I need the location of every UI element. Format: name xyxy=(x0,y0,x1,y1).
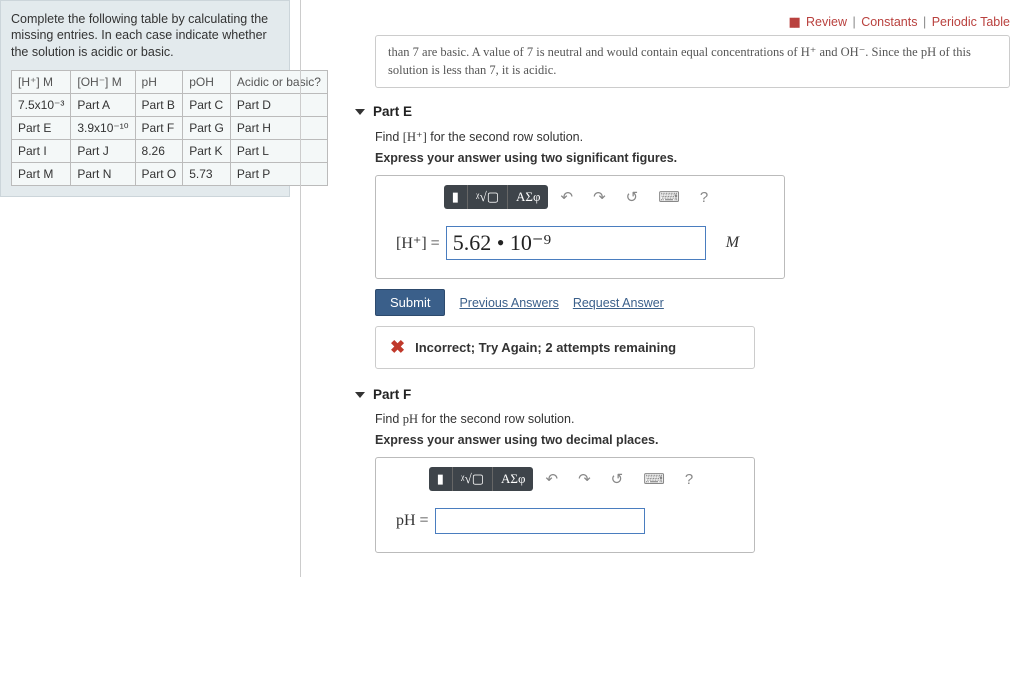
col-oh: [OH⁻] M xyxy=(71,70,135,93)
part-f-prompt: Find pH for the second row solution. xyxy=(375,412,1010,427)
part-f-title: Part F xyxy=(373,387,411,402)
undo-icon[interactable]: ↶ xyxy=(537,466,566,492)
part-e-header[interactable]: Part E xyxy=(355,104,1010,119)
previous-answers-link[interactable]: Previous Answers xyxy=(459,296,558,310)
col-h: [H⁺] M xyxy=(12,70,71,93)
reset-icon[interactable]: ↺ xyxy=(603,466,632,492)
answer-label-e: [H⁺] = xyxy=(396,233,440,253)
part-e-prompt: Find [H⁺] for the second row solution. xyxy=(375,129,1010,145)
part-f-instruction: Express your answer using two decimal pl… xyxy=(375,433,1010,447)
keyboard-icon[interactable]: ⌨ xyxy=(650,184,688,210)
sqrt-icon[interactable]: ᵡ√▢ xyxy=(453,467,493,491)
sqrt-icon[interactable]: ᵡ√▢ xyxy=(468,185,508,209)
part-e-title: Part E xyxy=(373,104,412,119)
periodic-link[interactable]: Periodic Table xyxy=(932,15,1010,29)
submit-button-e[interactable]: Submit xyxy=(375,289,445,316)
templates-icon[interactable]: ▮ xyxy=(429,467,453,491)
reset-icon[interactable]: ↺ xyxy=(618,184,647,210)
feedback-box: ✖ Incorrect; Try Again; 2 attempts remai… xyxy=(375,326,755,369)
answer-input-f[interactable] xyxy=(435,508,645,534)
table-row: Part IPart J8.26Part KPart L xyxy=(12,139,328,162)
answer-widget-e: ▮ ᵡ√▢ ΑΣφ ↶ ↷ ↺ ⌨ ? [H⁺] = M xyxy=(375,175,785,279)
part-f-header[interactable]: Part F xyxy=(355,387,1010,402)
feedback-text: Incorrect; Try Again; 2 attempts remaini… xyxy=(415,340,676,355)
col-ph: pH xyxy=(135,70,183,93)
answer-input-e[interactable] xyxy=(446,226,706,260)
redo-icon[interactable]: ↷ xyxy=(570,466,599,492)
hint-box: than 7 are basic. A value of 7 is neutra… xyxy=(375,35,1010,88)
templates-icon[interactable]: ▮ xyxy=(444,185,468,209)
table-row: Part E3.9x10⁻¹⁰Part FPart GPart H xyxy=(12,116,328,139)
greek-icon[interactable]: ΑΣφ xyxy=(508,185,548,209)
unit-e: M xyxy=(726,234,739,252)
col-poh: pOH xyxy=(183,70,231,93)
part-e-instruction: Express your answer using two significan… xyxy=(375,151,1010,165)
constants-link[interactable]: Constants xyxy=(861,15,917,29)
incorrect-icon: ✖ xyxy=(390,337,405,358)
top-links: ▮▮ Review | Constants | Periodic Table xyxy=(315,0,1010,35)
chevron-down-icon xyxy=(355,392,365,398)
request-answer-link[interactable]: Request Answer xyxy=(573,296,664,310)
table-row: Part MPart NPart O5.73Part P xyxy=(12,162,328,185)
redo-icon[interactable]: ↷ xyxy=(585,184,614,210)
review-link[interactable]: Review xyxy=(806,15,847,29)
help-icon[interactable]: ? xyxy=(677,467,701,492)
answer-label-f: pH = xyxy=(396,512,429,530)
review-icon: ▮▮ xyxy=(789,15,799,29)
data-table: [H⁺] M [OH⁻] M pH pOH Acidic or basic? 7… xyxy=(11,70,328,186)
answer-widget-f: ▮ ᵡ√▢ ΑΣφ ↶ ↷ ↺ ⌨ ? pH = xyxy=(375,457,755,553)
table-row: 7.5x10⁻³Part APart BPart CPart D xyxy=(12,93,328,116)
greek-icon[interactable]: ΑΣφ xyxy=(493,467,533,491)
chevron-down-icon xyxy=(355,109,365,115)
keyboard-icon[interactable]: ⌨ xyxy=(635,466,673,492)
instruction-text: Complete the following table by calculat… xyxy=(11,11,279,60)
help-icon[interactable]: ? xyxy=(692,185,716,210)
undo-icon[interactable]: ↶ xyxy=(552,184,581,210)
